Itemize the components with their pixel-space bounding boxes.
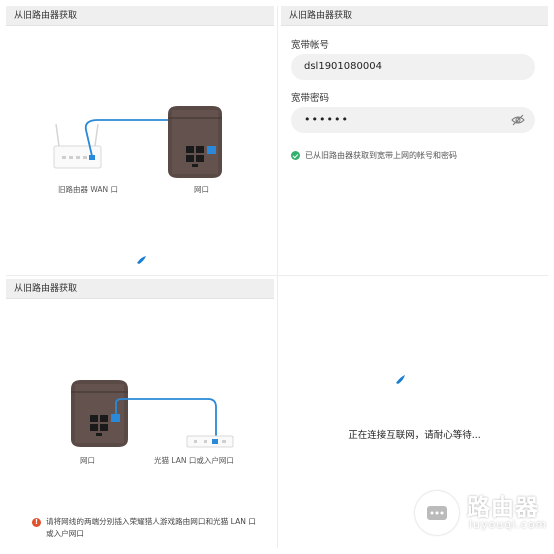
modem-connection-illustration — [71, 380, 234, 448]
loading-spinner-icon — [396, 375, 405, 384]
watermark: 路由器 luyouqi.com — [415, 487, 554, 547]
old-router-connection-illustration — [53, 106, 222, 264]
password-field[interactable]: •••••• — [291, 107, 535, 133]
old-router-wan-label: 旧路由器 WAN 口 — [58, 185, 119, 194]
panel-divider-horizontal — [6, 275, 548, 276]
new-router-port-label: 网口 — [80, 456, 95, 465]
panel-credentials: 从旧路由器获取 宽带帐号 dsl1901080004 宽带密码 •••••• 已… — [281, 6, 548, 272]
password-value: •••••• — [304, 113, 349, 126]
account-label: 宽带帐号 — [291, 40, 330, 51]
panel-connect-modem: 从旧路由器获取 网口 光猫 LAN 口或入户网口 ! 请将网线的两端分别插入荣耀… — [6, 279, 274, 548]
warning-text: 请将网线的两端分别插入荣耀猎人游戏路由网口和光猫 LAN 口或入户网口 — [46, 517, 256, 538]
new-router-port-label: 网口 — [194, 185, 209, 194]
modem-lan-label: 光猫 LAN 口或入户网口 — [154, 456, 234, 465]
success-text: 已从旧路由器获取到宽带上网的帐号和密码 — [305, 151, 457, 160]
panel-divider-vertical — [277, 6, 278, 548]
success-check-icon — [291, 151, 300, 160]
connecting-status-text: 正在连接互联网，请耐心等待... — [348, 430, 481, 441]
watermark-logo-icon — [415, 491, 459, 535]
account-field[interactable]: dsl1901080004 — [291, 54, 535, 80]
new-router-icon — [71, 380, 128, 447]
watermark-url: luyouqi.com — [469, 518, 548, 531]
panel-title: 从旧路由器获取 — [281, 6, 548, 26]
password-label: 宽带密码 — [291, 93, 330, 104]
loading-spinner-icon — [137, 256, 146, 264]
new-router-icon — [168, 106, 222, 178]
account-value: dsl1901080004 — [304, 61, 382, 72]
panel-connect-old-router: 从旧路由器获取 旧路由器 WAN 口 网口 — [6, 6, 274, 272]
watermark-brand: 路由器 — [467, 495, 539, 521]
old-router-icon — [53, 123, 102, 169]
modem-icon — [186, 435, 234, 448]
eye-hidden-icon[interactable] — [511, 114, 525, 126]
success-message: 已从旧路由器获取到宽带上网的帐号和密码 — [291, 150, 457, 161]
